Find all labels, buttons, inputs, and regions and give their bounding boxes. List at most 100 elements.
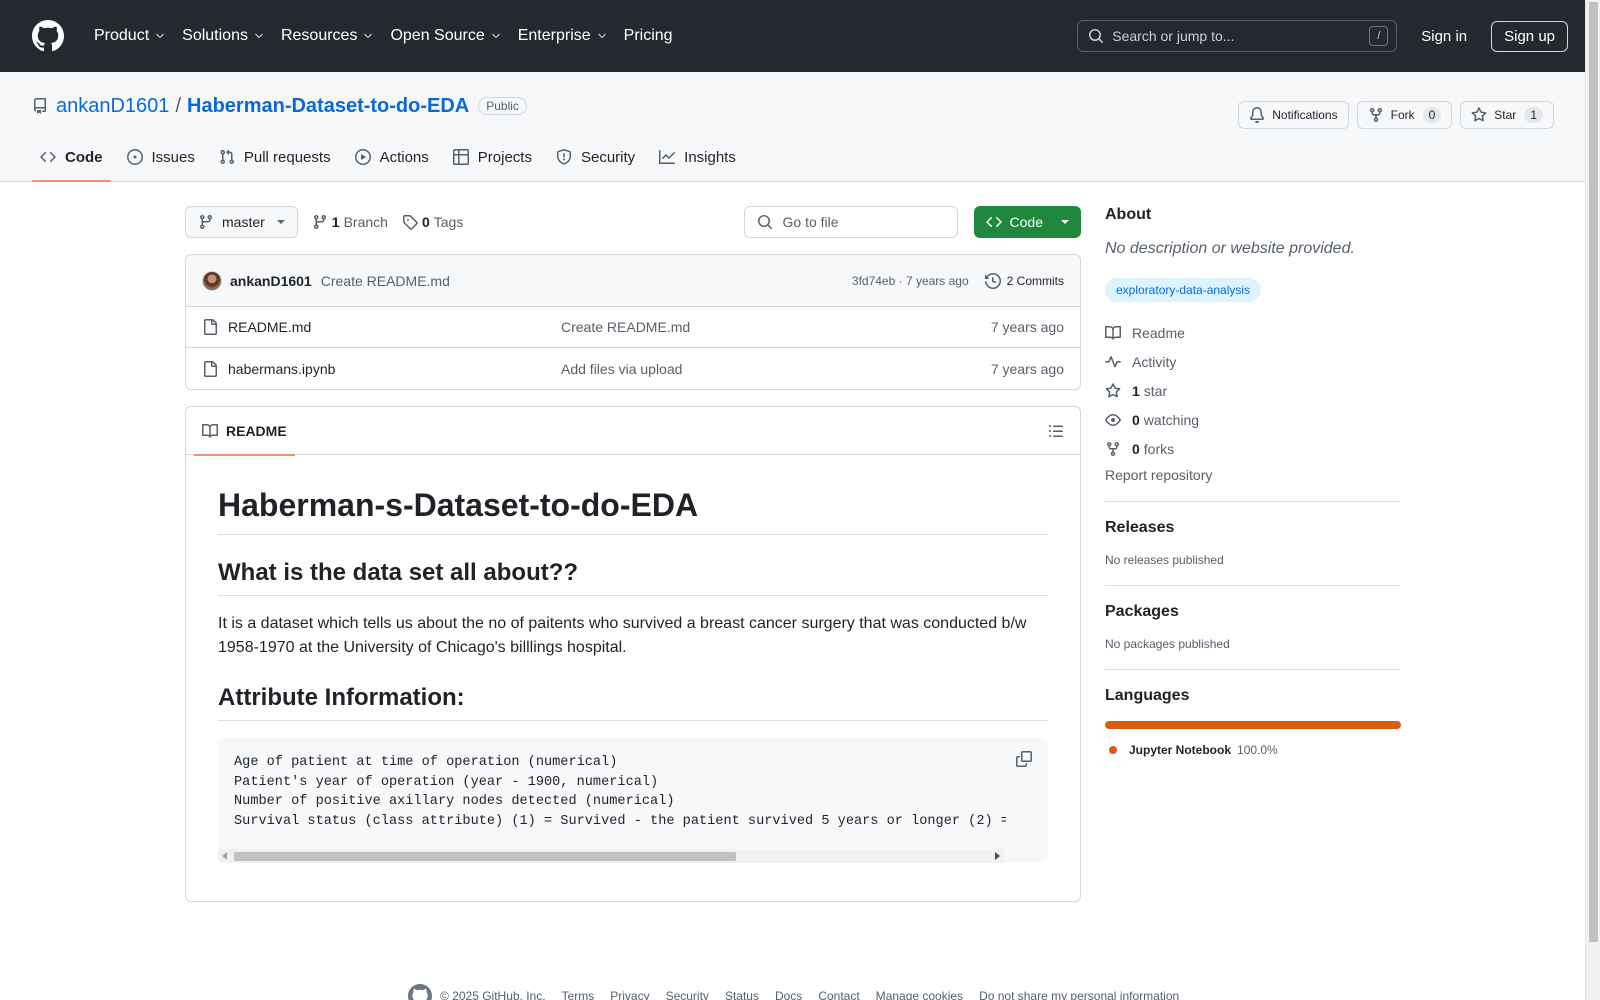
commit-hash-time[interactable]: 3fd74eb · 7 years ago xyxy=(852,274,969,288)
file-toolbar: master 1 Branch 0 Tags Go to file Code xyxy=(185,206,1081,238)
file-date: 7 years ago xyxy=(990,319,1064,335)
language-percent: 100.0% xyxy=(1237,743,1278,757)
stars-link[interactable]: 1 star xyxy=(1105,376,1401,405)
avatar[interactable] xyxy=(202,270,222,291)
code-dropdown-button[interactable]: Code xyxy=(973,206,1081,238)
github-logo-icon[interactable] xyxy=(32,20,64,52)
nav-resources[interactable]: Resources xyxy=(273,20,382,52)
language-item[interactable]: Jupyter Notebook 100.0% xyxy=(1105,743,1401,757)
bell-icon xyxy=(1250,107,1265,123)
footer-link-terms[interactable]: Terms xyxy=(562,989,595,1000)
page-scrollbar[interactable] xyxy=(1585,0,1600,1000)
footer-link-contact[interactable]: Contact xyxy=(818,989,859,1000)
footer-link-docs[interactable]: Docs xyxy=(775,989,802,1000)
code-line: Survival status (class attribute) (1) = … xyxy=(234,813,1006,829)
watching-link[interactable]: 0 watching xyxy=(1105,405,1401,434)
fork-label: Fork xyxy=(1390,108,1415,122)
github-logo-icon[interactable] xyxy=(408,984,432,1000)
footer-link-status[interactable]: Status xyxy=(725,989,759,1000)
tags-link[interactable]: 0 Tags xyxy=(402,214,463,230)
repo-name-link[interactable]: Haberman-Dataset-to-do-EDA xyxy=(187,95,469,118)
table-row[interactable]: habermans.ipynb Add files via upload 7 y… xyxy=(186,348,1080,389)
copy-icon[interactable] xyxy=(1016,751,1032,767)
scroll-left-arrow-icon[interactable] xyxy=(222,852,227,860)
code-icon xyxy=(40,151,56,163)
tab-insights[interactable]: Insights xyxy=(651,133,744,181)
commit-author-link[interactable]: ankanD1601 xyxy=(230,273,312,289)
code-line: Patient's year of operation (year - 1900… xyxy=(234,774,659,790)
sign-up-button[interactable]: Sign up xyxy=(1491,20,1568,52)
report-repository-link[interactable]: Report repository xyxy=(1105,467,1401,502)
nav-enterprise[interactable]: Enterprise xyxy=(510,20,616,52)
sign-in-link[interactable]: Sign in xyxy=(1421,28,1467,45)
footer-link-do-not-share[interactable]: Do not share my personal information xyxy=(979,989,1179,1000)
chevron-down-icon xyxy=(491,33,500,39)
file-name-link[interactable]: README.md xyxy=(228,319,561,335)
tab-issues[interactable]: Issues xyxy=(119,133,203,181)
scrollbar-thumb[interactable] xyxy=(234,852,736,861)
nav-product[interactable]: Product xyxy=(86,20,174,52)
footer-link-cookies[interactable]: Manage cookies xyxy=(876,989,963,1000)
star-icon xyxy=(1105,382,1121,397)
notifications-button[interactable]: Notifications xyxy=(1238,101,1349,129)
commit-message-link[interactable]: Create README.md xyxy=(321,273,450,289)
fork-button[interactable]: Fork 0 xyxy=(1356,101,1453,129)
repo-owner-link[interactable]: ankanD1601 xyxy=(56,95,169,118)
caret-down-icon xyxy=(1061,220,1069,224)
packages-section: Packages No packages published xyxy=(1105,586,1401,670)
search-icon xyxy=(1089,29,1104,43)
top-nav: Product Solutions Resources Open Source … xyxy=(86,20,681,52)
main-content: master 1 Branch 0 Tags Go to file Code a… xyxy=(185,206,1081,902)
scrollbar-thumb[interactable] xyxy=(1589,2,1598,942)
book-icon xyxy=(1105,325,1121,339)
file-commit-message[interactable]: Add files via upload xyxy=(561,361,682,377)
topic-tag[interactable]: exploratory-data-analysis xyxy=(1105,278,1262,302)
commits-history-link[interactable]: 2 Commits xyxy=(984,272,1064,289)
nav-open-source[interactable]: Open Source xyxy=(382,20,509,52)
tab-security[interactable]: Security xyxy=(548,133,643,181)
tab-pull-requests[interactable]: Pull requests xyxy=(211,133,339,181)
nav-solutions[interactable]: Solutions xyxy=(174,20,273,52)
latest-commit: ankanD1601 Create README.md 3fd74eb · 7 … xyxy=(186,255,1080,307)
readme-tab[interactable]: README xyxy=(194,407,295,456)
global-search-input[interactable]: Search or jump to... / xyxy=(1077,20,1398,52)
branch-name: master xyxy=(222,214,265,230)
packages-title[interactable]: Packages xyxy=(1105,603,1401,621)
list-outline-icon[interactable] xyxy=(1048,423,1064,439)
star-button[interactable]: Star 1 xyxy=(1460,101,1554,129)
branch-selector[interactable]: master xyxy=(185,206,298,238)
tab-label: Security xyxy=(580,148,636,166)
footer-link-security[interactable]: Security xyxy=(666,989,709,1000)
scroll-right-arrow-icon[interactable] xyxy=(995,852,1000,860)
tab-projects[interactable]: Projects xyxy=(445,133,540,181)
go-to-file-input[interactable]: Go to file xyxy=(743,206,958,238)
code-horizontal-scrollbar[interactable] xyxy=(218,849,1004,863)
forks-link[interactable]: 0 forks xyxy=(1105,434,1401,463)
readme-title: Haberman-s-Dataset-to-do-EDA xyxy=(218,487,1048,535)
readme-tab-label: README xyxy=(226,422,287,439)
tag-count: 0 xyxy=(421,214,430,230)
packages-text: No packages published xyxy=(1105,637,1230,651)
tab-actions[interactable]: Actions xyxy=(347,133,437,181)
readme-header: README xyxy=(186,407,1080,456)
eye-icon xyxy=(1105,413,1121,426)
go-to-file-placeholder: Go to file xyxy=(782,214,839,230)
nav-label: Resources xyxy=(280,27,358,44)
code-line: Age of patient at time of operation (num… xyxy=(234,755,618,770)
nav-pricing[interactable]: Pricing xyxy=(616,20,681,52)
code-lines: Age of patient at time of operation (num… xyxy=(218,737,1006,831)
file-name-link[interactable]: habermans.ipynb xyxy=(228,361,561,377)
tab-code[interactable]: Code xyxy=(32,133,111,182)
readme-link[interactable]: Readme xyxy=(1105,318,1401,347)
releases-title[interactable]: Releases xyxy=(1105,519,1401,537)
fork-count: 0 xyxy=(1422,107,1442,123)
activity-link[interactable]: Activity xyxy=(1105,347,1401,376)
branches-link[interactable]: 1 Branch xyxy=(312,214,388,230)
table-row[interactable]: README.md Create README.md 7 years ago xyxy=(186,307,1080,348)
footer-link-privacy[interactable]: Privacy xyxy=(610,989,649,1000)
branch-label: Branch xyxy=(343,214,388,230)
activity-link-label: Activity xyxy=(1132,353,1177,370)
readme-panel: README Haberman-s-Dataset-to-do-EDA What… xyxy=(185,406,1081,902)
file-commit-message[interactable]: Create README.md xyxy=(561,319,690,335)
search-icon xyxy=(757,215,772,229)
